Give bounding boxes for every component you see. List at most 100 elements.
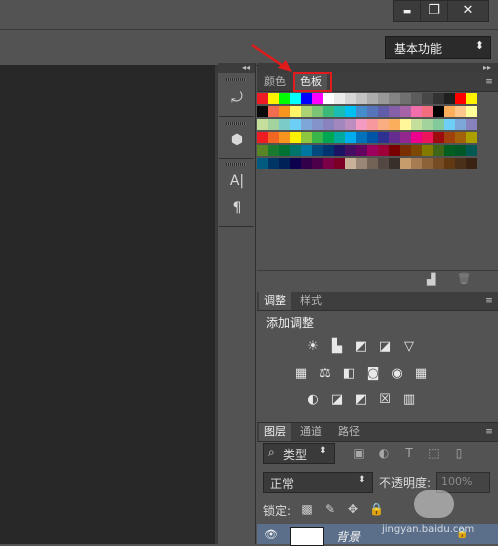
new-swatch-icon[interactable]: ▟ [427,273,435,286]
swatch[interactable] [312,119,323,130]
channel-mixer-icon[interactable]: ◉ [389,367,405,381]
threshold-icon[interactable]: ◩ [353,393,369,407]
swatch[interactable] [323,132,334,143]
swatch[interactable] [356,158,367,169]
swatch[interactable] [367,132,378,143]
swatch[interactable] [433,145,444,156]
lock-position-icon[interactable]: ✥ [346,502,360,516]
swatch[interactable] [466,119,477,130]
swatch[interactable] [312,158,323,169]
swatch[interactable] [389,158,400,169]
swatch[interactable] [422,119,433,130]
swatch[interactable] [411,158,422,169]
swatch[interactable] [422,158,433,169]
swatch[interactable] [334,93,345,104]
exposure-icon[interactable]: ◪ [377,340,393,354]
swatch[interactable] [290,132,301,143]
swatch[interactable] [411,93,422,104]
tab-color[interactable]: 颜色 [259,73,291,91]
swatch[interactable] [411,119,422,130]
swatch[interactable] [279,145,290,156]
workspace-select[interactable]: 基本功能 ⬍ [385,36,491,59]
swatch[interactable] [257,145,268,156]
history-button[interactable]: ⤾ [224,86,250,110]
swatch[interactable] [367,158,378,169]
swatch[interactable] [312,106,323,117]
swatch[interactable] [400,132,411,143]
swatch[interactable] [257,106,268,117]
swatch[interactable] [411,145,422,156]
swatch[interactable] [334,132,345,143]
swatch[interactable] [301,93,312,104]
swatch[interactable] [455,119,466,130]
tab-adjustments[interactable]: 调整 [259,292,291,310]
swatch[interactable] [334,158,345,169]
swatch[interactable] [312,93,323,104]
color-lookup-icon[interactable]: ▦ [413,367,429,381]
restore-button[interactable]: ❐ [420,0,448,22]
black-white-icon[interactable]: ◧ [341,367,357,381]
swatch[interactable] [323,145,334,156]
swatch[interactable] [312,145,323,156]
pixel-filter-icon[interactable]: ▣ [352,446,366,460]
lock-image-icon[interactable]: ✎ [323,502,337,516]
swatch[interactable] [323,119,334,130]
eye-icon[interactable]: 👁 [264,528,278,541]
blend-mode-select[interactable]: 正常 ⬍ [263,472,373,493]
swatch[interactable] [290,145,301,156]
swatch[interactable] [444,106,455,117]
swatch[interactable] [334,106,345,117]
curves-icon[interactable]: ◩ [353,340,369,354]
swatch[interactable] [323,106,334,117]
swatch[interactable] [389,145,400,156]
swatch[interactable] [301,106,312,117]
swatch[interactable] [334,119,345,130]
swatch[interactable] [301,119,312,130]
swatch[interactable] [378,119,389,130]
swatch[interactable] [345,119,356,130]
swatch[interactable] [422,93,433,104]
panel-menu-icon[interactable]: ≡ [482,426,496,438]
swatch[interactable] [378,106,389,117]
swatch[interactable] [290,93,301,104]
swatch[interactable] [378,158,389,169]
swatch[interactable] [268,106,279,117]
swatch[interactable] [257,158,268,169]
swatch[interactable] [433,119,444,130]
swatch[interactable] [257,93,268,104]
swatch[interactable] [422,106,433,117]
gradient-map-icon[interactable]: ▥ [401,393,417,407]
swatch[interactable] [301,145,312,156]
selective-color-icon[interactable]: ☒ [377,393,393,407]
swatch[interactable] [356,132,367,143]
swatch[interactable] [433,132,444,143]
lock-transparent-icon[interactable]: ▩ [300,502,314,516]
swatch[interactable] [466,132,477,143]
swatch[interactable] [279,132,290,143]
swatch[interactable] [279,119,290,130]
swatch[interactable] [422,145,433,156]
swatch[interactable] [367,93,378,104]
brightness-icon[interactable]: ☀ [305,340,321,354]
swatch[interactable] [444,158,455,169]
swatch[interactable] [422,132,433,143]
swatch[interactable] [444,132,455,143]
swatch[interactable] [290,106,301,117]
swatch[interactable] [356,145,367,156]
swatch[interactable] [290,119,301,130]
swatch[interactable] [444,93,455,104]
swatch[interactable] [378,93,389,104]
swatch[interactable] [400,119,411,130]
swatch[interactable] [455,93,466,104]
swatch[interactable] [400,106,411,117]
swatch[interactable] [279,106,290,117]
invert-icon[interactable]: ◐ [305,393,321,407]
swatch[interactable] [268,158,279,169]
swatch[interactable] [466,93,477,104]
panel-menu-icon[interactable]: ≡ [482,76,496,88]
dock-grip[interactable] [226,122,246,125]
swatch[interactable] [334,145,345,156]
photo-filter-icon[interactable]: ◙ [365,367,381,381]
swatch[interactable] [356,106,367,117]
swatch[interactable] [444,119,455,130]
